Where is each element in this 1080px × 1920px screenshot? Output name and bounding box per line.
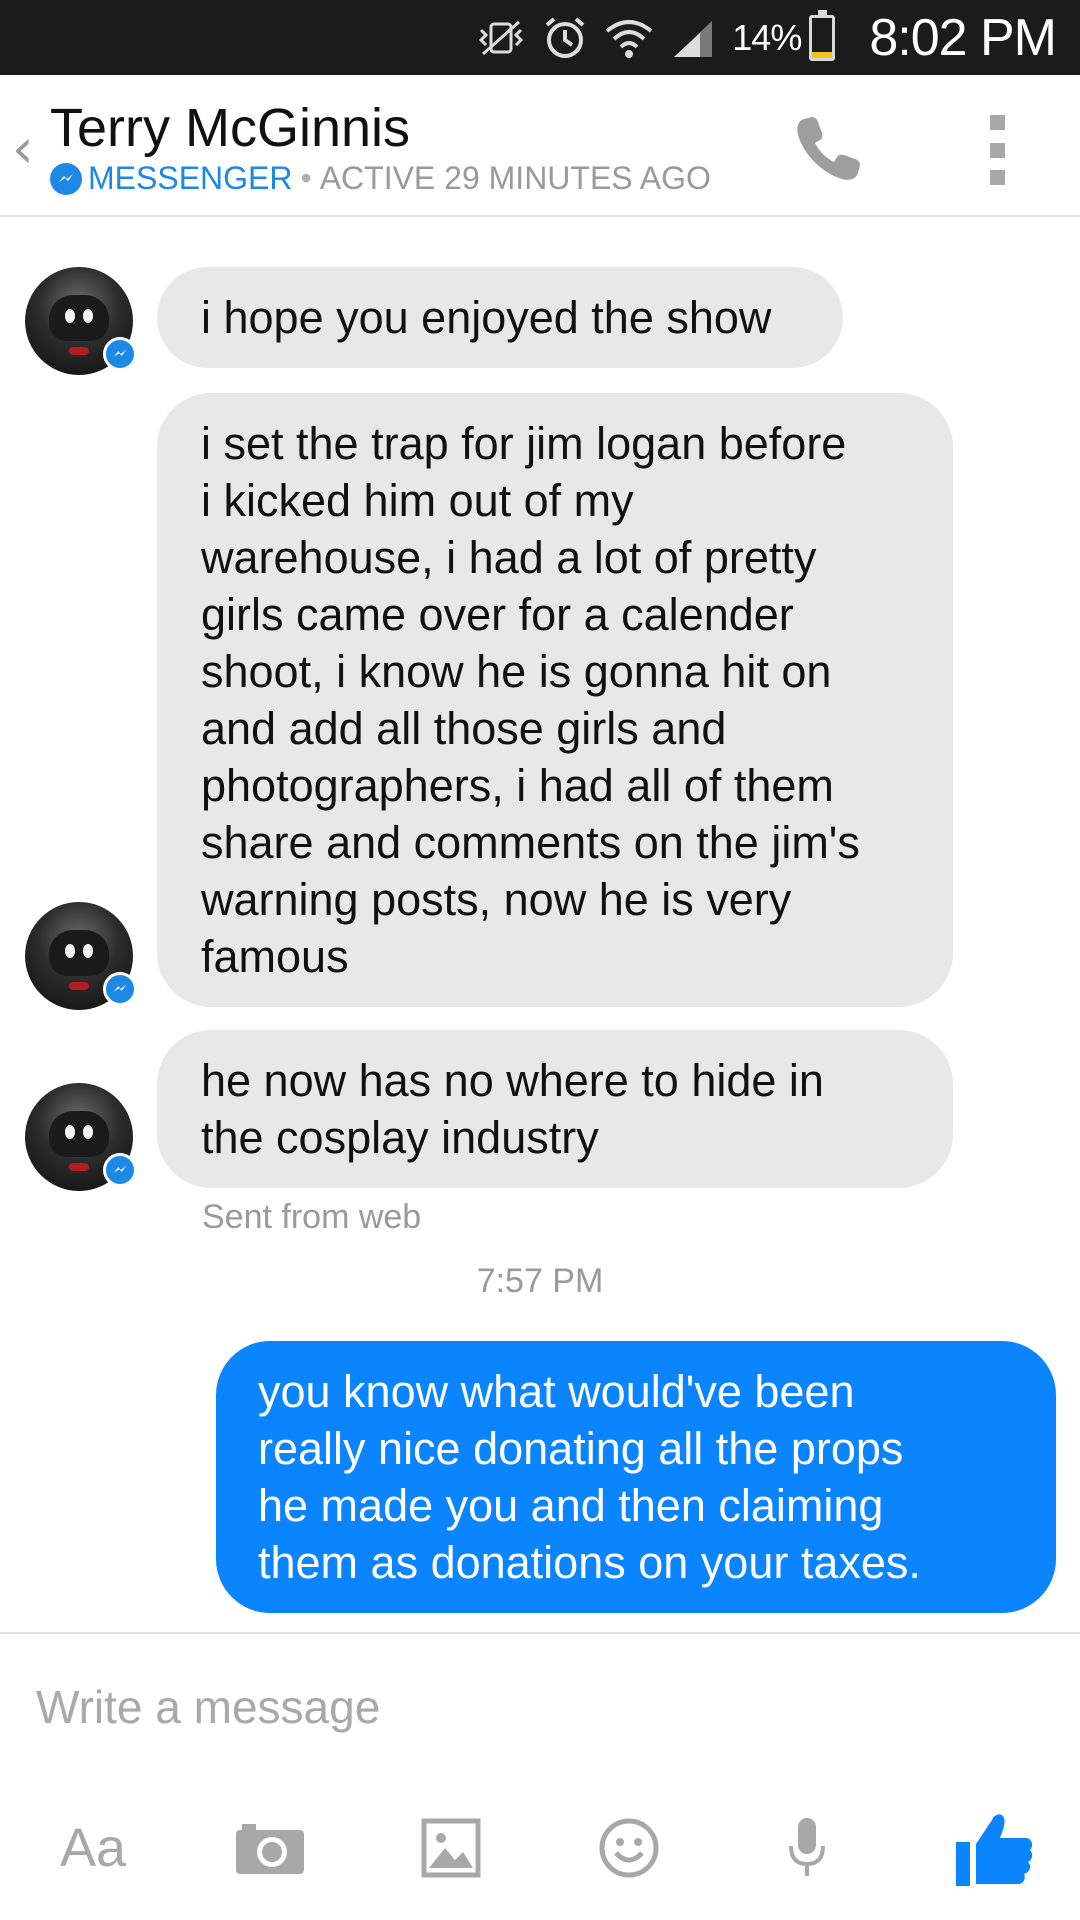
signal-icon	[668, 13, 718, 63]
wifi-icon	[604, 13, 654, 63]
message-text: warehouse, i had a lot of pretty	[201, 532, 817, 583]
contact-avatar[interactable]	[25, 267, 137, 375]
message-text: he now has no where to hide in	[201, 1055, 824, 1106]
outgoing-message-bubble[interactable]: you know what would've been really nice …	[216, 1341, 1056, 1613]
like-thumbs-up-icon[interactable]	[944, 1800, 1044, 1896]
conversation-header: ‹ Terry McGinnis MESSENGER • ACTIVE 29 M…	[0, 75, 1080, 217]
active-status: ACTIVE 29 MINUTES AGO	[319, 160, 711, 196]
message-input[interactable]: Write a message	[36, 1680, 380, 1734]
more-options-icon[interactable]	[982, 115, 1012, 185]
phone-call-icon[interactable]	[790, 107, 870, 187]
contact-avatar[interactable]	[25, 902, 137, 1010]
mute-vibrate-icon	[476, 13, 526, 63]
message-text: and add all those girls and	[201, 703, 727, 754]
sent-from-label: Sent from web	[202, 1198, 422, 1236]
emoji-icon[interactable]	[596, 1800, 662, 1896]
message-text: photographers, i had all of them	[201, 760, 834, 811]
battery-icon	[809, 9, 836, 61]
message-text: really nice donating all the props	[258, 1423, 904, 1474]
composer-toolbar: Aa	[0, 1800, 1080, 1896]
message-text: i set the trap for jim logan before	[201, 418, 847, 469]
battery-percent: 14%	[732, 16, 802, 58]
status-clock: 8:02 PM	[869, 8, 1057, 67]
message-timestamp: 7:57 PM	[476, 1262, 604, 1300]
message-text: share and comments on the jim's	[201, 817, 860, 868]
messenger-badge-icon	[103, 337, 137, 371]
incoming-message-bubble[interactable]: he now has no where to hide in the cospl…	[157, 1030, 953, 1188]
message-text: the cosplay industry	[201, 1112, 599, 1163]
composer-divider	[0, 1632, 1080, 1634]
microphone-icon[interactable]	[782, 1800, 832, 1896]
message-text: warning posts, now he is very	[201, 874, 792, 925]
messenger-icon	[50, 162, 82, 195]
camera-icon[interactable]	[230, 1800, 310, 1896]
contact-status-line: MESSENGER • ACTIVE 29 MINUTES AGO	[50, 160, 711, 197]
message-text: you know what would've been	[258, 1366, 855, 1417]
message-text: he made you and then claiming	[258, 1480, 884, 1531]
message-text: girls came over for a calender	[201, 589, 794, 640]
status-bar: 14% 8:02 PM	[0, 0, 1080, 75]
contact-name[interactable]: Terry McGinnis	[50, 97, 410, 159]
contact-avatar[interactable]	[25, 1083, 137, 1191]
platform-label: MESSENGER	[88, 160, 293, 196]
incoming-message-bubble[interactable]: i set the trap for jim logan before i ki…	[157, 393, 953, 1007]
messenger-badge-icon	[103, 1153, 137, 1187]
alarm-icon	[540, 13, 590, 63]
text-format-button[interactable]: Aa	[48, 1800, 138, 1896]
gallery-icon[interactable]	[418, 1800, 484, 1896]
messenger-badge-icon	[103, 972, 137, 1006]
message-text: them as donations on your taxes.	[258, 1537, 921, 1588]
message-text: famous	[201, 931, 349, 982]
back-chevron-icon[interactable]: ‹	[12, 117, 34, 180]
incoming-message-bubble[interactable]: i hope you enjoyed the show	[157, 267, 843, 368]
message-text: i kicked him out of my	[201, 475, 634, 526]
message-text: shoot, i know he is gonna hit on	[201, 646, 832, 697]
status-icons: 14% 8:02 PM	[476, 0, 1080, 75]
message-text: i hope you enjoyed the show	[201, 292, 772, 343]
status-separator: •	[300, 160, 312, 196]
